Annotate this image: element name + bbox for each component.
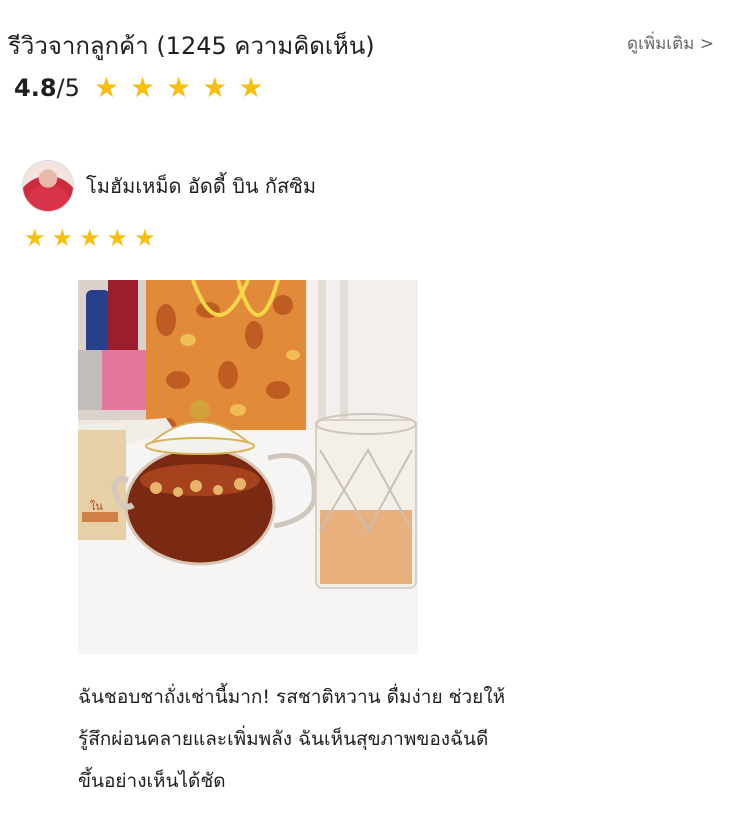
rating-score-max: /5 xyxy=(56,74,80,102)
review-text: ฉันชอบชาถั่งเช่านี้มาก! รสชาติหวาน ดื่มง… xyxy=(78,676,698,802)
review-text-line: ขึ้นอย่างเห็นได้ชัด xyxy=(78,770,226,792)
star-icon: ★ xyxy=(106,224,129,252)
review-stars: ★ ★ ★ ★ ★ xyxy=(24,226,156,250)
avatar[interactable] xyxy=(22,160,74,212)
reviews-header: รีวิวจากลูกค้า (1245 ความคิดเห็น) ดูเพิ่… xyxy=(0,0,750,80)
review-photo[interactable]: ใน xyxy=(78,280,418,654)
reviewer-info: โมฮัมเหม็ด อัดดี้ บิน กัสซิม xyxy=(22,160,316,212)
reviews-title: รีวิวจากลูกค้า (1245 ความคิดเห็น) xyxy=(8,32,375,60)
see-more-link[interactable]: ดูเพิ่มเติม > xyxy=(627,30,714,57)
star-icon: ★ xyxy=(202,71,228,104)
star-icon: ★ xyxy=(238,71,264,104)
star-icon: ★ xyxy=(134,224,156,252)
star-icon: ★ xyxy=(79,224,101,252)
star-icon: ★ xyxy=(51,224,74,252)
overall-rating: 4.8/5 ★ ★ ★ ★ ★ xyxy=(14,74,264,103)
svg-text:ใน: ใน xyxy=(90,500,103,513)
review-text-line: ฉันชอบชาถั่งเช่านี้มาก! รสชาติหวาน ดื่มง… xyxy=(78,686,506,708)
rating-score: 4.8/5 xyxy=(14,74,80,102)
overall-stars: ★ ★ ★ ★ ★ xyxy=(94,74,264,102)
star-icon: ★ xyxy=(166,71,192,104)
review-text-line: รู้สึกผ่อนคลายและเพิ่มพลัง ฉันเห็นสุขภาพ… xyxy=(78,728,489,750)
star-icon: ★ xyxy=(93,71,119,104)
star-icon: ★ xyxy=(129,71,156,104)
star-icon: ★ xyxy=(24,224,46,252)
rating-score-value: 4.8 xyxy=(14,74,57,102)
reviewer-name: โมฮัมเหม็ด อัดดี้ บิน กัสซิม xyxy=(86,174,317,198)
